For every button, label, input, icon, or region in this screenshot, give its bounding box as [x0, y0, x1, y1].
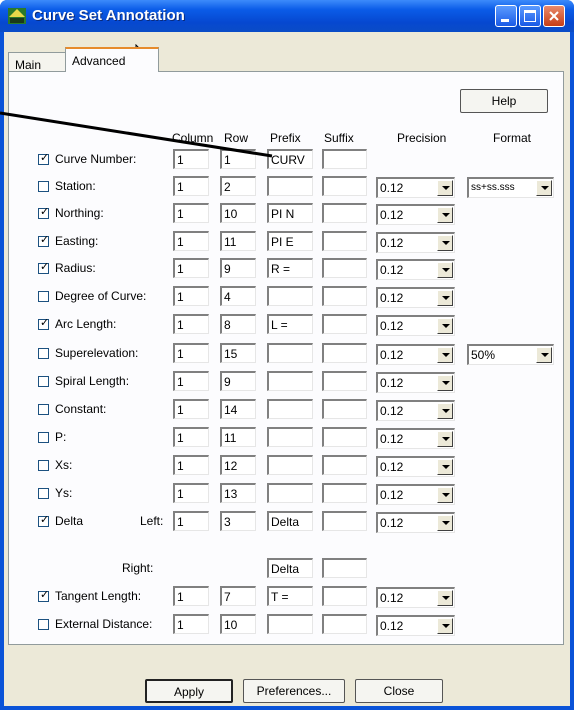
tab-advanced-label: Advanced — [72, 54, 126, 68]
callout-line — [0, 111, 273, 158]
callout-line-overlay — [0, 111, 273, 158]
tab-advanced[interactable]: Advanced — [65, 47, 159, 72]
dialog-window: Curve Set Annotation Main Advanced Help … — [0, 0, 574, 710]
